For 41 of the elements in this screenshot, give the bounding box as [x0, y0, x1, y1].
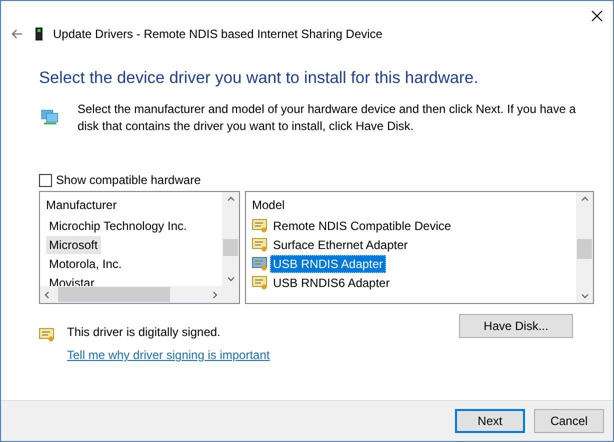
- scrollbar-thumb[interactable]: [223, 239, 238, 256]
- scroll-up-icon[interactable]: [580, 195, 588, 203]
- scroll-left-icon[interactable]: [43, 290, 51, 298]
- vertical-scrollbar[interactable]: [222, 192, 239, 286]
- scroll-down-icon[interactable]: [580, 292, 588, 300]
- certificate-icon: [252, 256, 268, 270]
- have-disk-button[interactable]: Have Disk...: [459, 314, 573, 338]
- footer-button[interactable]: Next: [455, 409, 525, 433]
- page-heading: Select the device driver you want to install for this hardware.: [39, 69, 480, 88]
- horizontal-scrollbar[interactable]: [40, 286, 222, 303]
- device-icon: [35, 27, 43, 41]
- model-item[interactable]: USB RNDIS Adapter: [270, 254, 386, 272]
- certificate-icon: [252, 218, 268, 232]
- list-header: Manufacturer: [46, 197, 118, 214]
- scroll-down-icon[interactable]: [226, 275, 234, 283]
- manufacturer-item[interactable]: Microsoft: [46, 236, 101, 254]
- driver-signing-link[interactable]: Tell me why driver signing is important: [67, 348, 447, 362]
- certificate-icon: [252, 276, 268, 290]
- scroll-right-icon[interactable]: [211, 290, 219, 298]
- back-arrow-icon: [11, 29, 23, 39]
- instructions-text: Select the manufacturer and model of your hardware device and then click Next. If you have a disk that contains the driver you want to install, click Have Disk.: [77, 101, 577, 135]
- back-button[interactable]: [9, 27, 25, 41]
- list-header: Model: [252, 197, 286, 214]
- model-list[interactable]: Model Remote NDIS Compatible Device Surface Ethernet Adapter USB RNDIS Adapter USB RNDIS6 Adapter: [245, 191, 594, 304]
- footer-button[interactable]: Cancel: [534, 409, 604, 433]
- window-title: Update Drivers - Remote NDIS based Internet Sharing Device: [53, 27, 382, 41]
- close-icon: [591, 10, 603, 22]
- show-compatible-checkbox[interactable]: Show compatible hardware: [39, 173, 613, 187]
- manufacturer-item[interactable]: Motorola, Inc.: [46, 254, 125, 272]
- vertical-scrollbar[interactable]: [576, 192, 593, 303]
- scrollbar-thumb[interactable]: [577, 239, 592, 259]
- manufacturer-item[interactable]: Microchip Technology Inc.: [46, 216, 190, 234]
- scrollbar-thumb[interactable]: [58, 287, 170, 302]
- certificate-icon: [39, 328, 55, 342]
- model-item[interactable]: Remote NDIS Compatible Device: [270, 216, 454, 234]
- certificate-icon: [252, 238, 268, 252]
- signature-status-text: This driver is digitally signed.: [67, 325, 222, 339]
- close-button[interactable]: [589, 8, 605, 24]
- model-item[interactable]: Surface Ethernet Adapter: [270, 236, 411, 254]
- scroll-up-icon[interactable]: [226, 195, 234, 203]
- model-item[interactable]: USB RNDIS6 Adapter: [270, 274, 393, 292]
